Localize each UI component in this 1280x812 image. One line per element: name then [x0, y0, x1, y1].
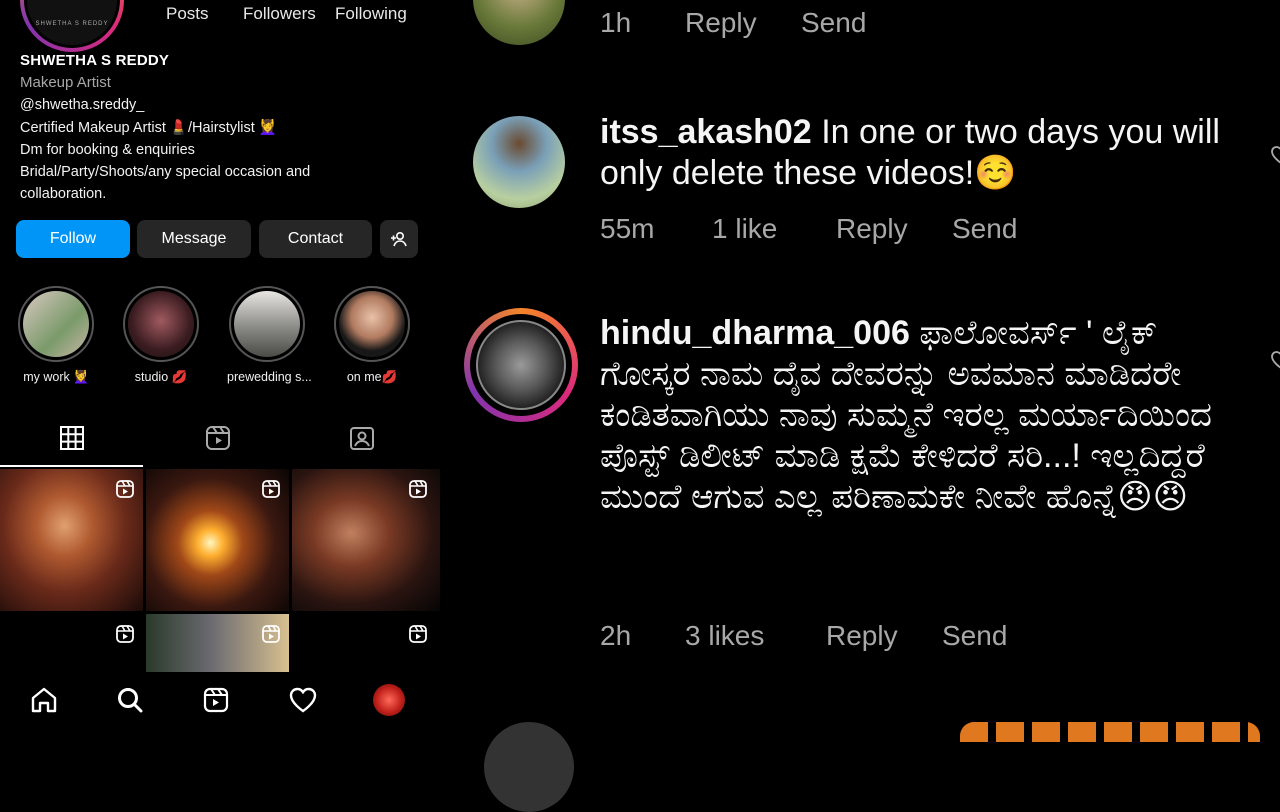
comment-time: 2h — [600, 620, 632, 651]
send-button[interactable]: Send — [952, 213, 1017, 245]
bio-line: Certified Makeup Artist 💄/Hairstylist 💆‍… — [20, 120, 277, 136]
profile-nav-avatar[interactable] — [373, 684, 405, 716]
add-user-button[interactable] — [380, 220, 418, 258]
comment-body: itss_akash02 In one or two days you will… — [600, 112, 1240, 194]
reel-icon — [409, 625, 427, 643]
comment-username[interactable]: itss_akash02 — [600, 113, 812, 151]
comment-username[interactable]: hindu_dharma_006 — [600, 314, 910, 352]
active-tab-indicator — [0, 465, 143, 467]
like-heart-icon[interactable] — [1270, 349, 1280, 371]
reply-button[interactable]: Reply — [685, 7, 757, 39]
post-thumbnail[interactable] — [0, 614, 143, 672]
post-thumbnail[interactable] — [146, 469, 289, 611]
message-button[interactable]: Message — [137, 220, 251, 258]
bio-line: Bridal/Party/Shoots/any special occasion… — [20, 164, 311, 180]
highlight-label: my work 💆‍♀️ — [23, 370, 89, 384]
reel-icon — [116, 480, 134, 498]
comment-likes[interactable]: 1 like — [712, 213, 777, 245]
profile-category: Makeup Artist — [20, 74, 111, 91]
following-stat-label[interactable]: Following — [335, 4, 407, 24]
like-heart-icon[interactable] — [1270, 144, 1280, 166]
comment-likes[interactable]: 3 likes — [685, 620, 764, 652]
send-button[interactable]: Send — [942, 620, 1007, 652]
highlight-prewedding[interactable]: prewedding s... — [227, 286, 312, 384]
follow-button[interactable]: Follow — [16, 220, 130, 258]
avatar-logo: SHWETHA S REDDY — [35, 21, 109, 27]
highlight-my-work[interactable]: my work 💆‍♀️ — [16, 286, 96, 385]
highlight-studio[interactable]: studio 💋 — [121, 286, 201, 385]
highlight-label: studio 💋 — [134, 370, 188, 384]
post-thumbnail[interactable] — [292, 469, 440, 611]
highlight-label: on me💋 — [346, 370, 398, 384]
grid-icon[interactable] — [58, 424, 86, 452]
comment-body: hindu_dharma_006 ಫಾಲೋವರ್ಸ್ ' ಲೈಕ್ ಗೋಸ್ಕರ… — [600, 313, 1240, 518]
emoji-row-partial — [960, 722, 1260, 742]
commenter-avatar[interactable] — [473, 116, 565, 208]
heart-icon[interactable] — [287, 684, 319, 716]
reels-tab-icon[interactable] — [204, 424, 232, 452]
profile-panel: SHWETHA S REDDY Posts Followers Followin… — [0, 0, 440, 731]
reply-button[interactable]: Reply — [836, 213, 908, 245]
commenter-avatar[interactable] — [473, 0, 565, 45]
tagged-icon[interactable] — [348, 424, 376, 452]
bio-handle[interactable]: @shwetha.sreddy_ — [20, 97, 144, 113]
profile-avatar[interactable]: SHWETHA S REDDY — [20, 0, 124, 52]
reels-icon[interactable] — [200, 684, 232, 716]
reel-icon — [262, 480, 280, 498]
highlight-on-me[interactable]: on me💋 — [332, 286, 412, 385]
post-thumbnail[interactable] — [292, 614, 440, 672]
profile-name: SHWETHA S REDDY — [20, 52, 170, 69]
contact-button[interactable]: Contact — [259, 220, 372, 258]
comment-time: 55m — [600, 213, 655, 244]
reply-button[interactable]: Reply — [826, 620, 898, 652]
add-user-icon — [391, 231, 407, 247]
bio-line: Dm for booking & enquiries — [20, 142, 195, 158]
commenter-avatar[interactable] — [464, 308, 578, 422]
reel-icon — [262, 625, 280, 643]
followers-stat-label[interactable]: Followers — [243, 4, 316, 24]
post-thumbnail[interactable] — [146, 614, 289, 672]
comment-time: 1h — [600, 7, 632, 38]
reel-icon — [116, 625, 134, 643]
search-icon[interactable] — [114, 684, 146, 716]
post-thumbnail[interactable] — [0, 469, 143, 611]
send-button[interactable]: Send — [801, 7, 866, 39]
posts-stat-label: Posts — [166, 4, 209, 23]
comments-panel: 1h Reply Send itss_akash02 In one or two… — [440, 0, 1280, 812]
home-icon[interactable] — [28, 684, 60, 716]
highlight-label: prewedding s... — [227, 370, 312, 384]
reel-icon — [409, 480, 427, 498]
commenter-avatar[interactable] — [484, 722, 574, 812]
bio-line: collaboration. — [20, 186, 107, 202]
